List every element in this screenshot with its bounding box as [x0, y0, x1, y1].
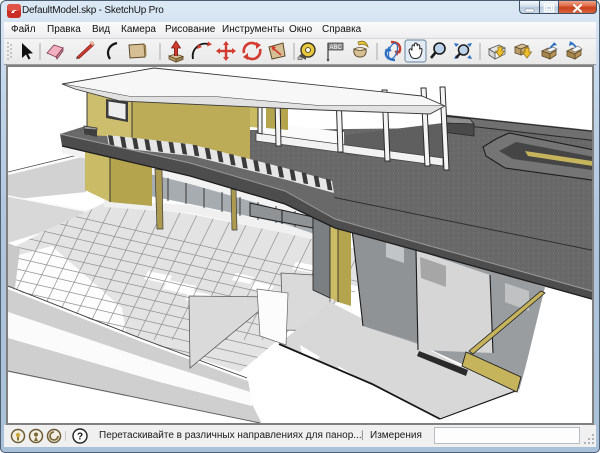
svg-text:?: ? — [77, 432, 83, 443]
svg-text:ABC: ABC — [330, 45, 343, 51]
